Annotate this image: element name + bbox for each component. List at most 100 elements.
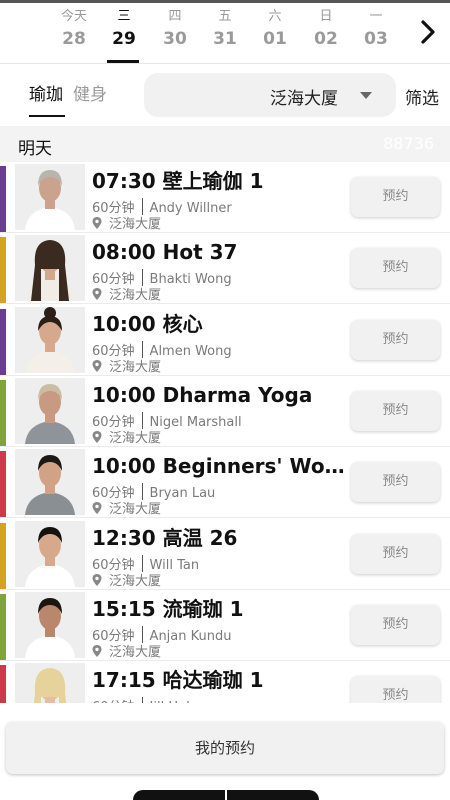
category-color-stripe	[0, 451, 6, 518]
teacher-avatar	[15, 306, 85, 373]
date-weekday: 六	[268, 9, 282, 24]
day-section-label: 明天	[18, 139, 52, 159]
date-weekday: 四	[168, 9, 182, 24]
meta-separator	[141, 340, 143, 358]
bottom-nav-bar	[133, 790, 319, 800]
class-location-name: 泛海大厦	[109, 288, 162, 304]
meta-separator	[141, 198, 143, 215]
date-tab-30[interactable]: 四 30	[150, 8, 200, 50]
class-location: 泛海大厦	[92, 217, 161, 232]
date-day-number: 28	[62, 29, 86, 49]
day-section-header: 明天 88736	[0, 126, 450, 162]
class-row[interactable]: 10:00 Beginners' Workshop 60分钟 Bryan Lau泛海…	[0, 447, 450, 519]
book-button[interactable]: 预约	[351, 177, 440, 217]
class-meta: 60分钟 Anjan Kundu	[92, 625, 232, 645]
date-tab-01[interactable]: 六 01	[250, 8, 300, 50]
class-meta: 60分钟 Jill Hale	[92, 697, 198, 703]
tab-fitness-label: 健身	[73, 85, 107, 105]
date-tab-02[interactable]: 日 02	[301, 8, 351, 50]
selected-date-indicator	[107, 60, 139, 63]
map-pin-icon	[92, 502, 102, 515]
class-title: 10:00 核心	[92, 311, 203, 336]
tab-fitness[interactable]: 健身	[73, 84, 107, 106]
book-button[interactable]: 预约	[351, 390, 440, 431]
category-color-stripe	[0, 593, 6, 660]
category-color-stripe	[0, 379, 6, 446]
class-row[interactable]: 15:15 流瑜珈 1 60分钟 Anjan Kundu 泛海大厦 预约	[0, 590, 450, 661]
class-duration: 60分钟	[92, 486, 135, 502]
caret-down-icon	[360, 92, 372, 99]
class-title: 15:15 流瑜珈 1	[92, 596, 244, 621]
date-weekday: 日	[319, 9, 333, 24]
date-day-number: 01	[263, 29, 287, 49]
map-pin-icon	[92, 573, 102, 586]
date-tab-31[interactable]: 五 31	[200, 8, 250, 50]
meta-separator	[141, 269, 143, 287]
location-select[interactable]: 泛海大厦	[144, 73, 396, 117]
class-location: 泛海大厦	[92, 430, 161, 446]
book-button[interactable]: 预约	[351, 676, 440, 703]
date-tab-03[interactable]: 一 03	[351, 8, 401, 50]
class-location-name: 泛海大厦	[109, 359, 162, 375]
meta-separator	[141, 483, 143, 501]
class-row[interactable]: 10:00 Dharma Yoga 60分钟 Nigel Marshall 泛海大厦 预…	[0, 376, 450, 447]
class-teacher: Anjan Kundu	[149, 628, 232, 644]
class-location-name: 泛海大厦	[109, 502, 162, 518]
class-list[interactable]: 07:30 壁上瑜伽 1 60分钟 Andy Willner 泛海大厦 预约 08:00…	[0, 162, 450, 703]
teacher-avatar	[15, 235, 85, 302]
date-tab-29[interactable]: 三 29	[99, 8, 149, 63]
tab-yoga[interactable]: 瑜珈	[29, 84, 65, 117]
book-button[interactable]: 预约	[351, 462, 440, 503]
teacher-avatar	[15, 591, 85, 658]
book-button[interactable]: 预约	[351, 319, 440, 360]
location-select-value: 泛海大厦	[270, 89, 338, 109]
my-bookings-button[interactable]: 我的预约	[6, 722, 444, 774]
class-location: 泛海大厦	[92, 644, 162, 660]
meta-separator	[141, 697, 143, 703]
class-row[interactable]: 10:00 核心 60分钟 Almen Wong 泛海大厦 预约	[0, 305, 450, 376]
class-row[interactable]: 17:15 哈达瑜珈 160分钟Jill Hale泛海大厦预约	[0, 661, 450, 703]
date-day-number: 30	[163, 29, 187, 49]
class-teacher: Almen Wong	[149, 343, 232, 359]
class-title: 10:00 Beginners' Workshop	[92, 454, 350, 479]
class-duration: 60分钟	[92, 557, 135, 573]
class-location: 泛海大厦	[92, 502, 161, 517]
class-duration: 60分钟	[92, 414, 135, 430]
class-duration: 60分钟	[92, 700, 135, 703]
teacher-avatar	[15, 449, 85, 516]
book-button[interactable]: 预约	[351, 248, 440, 289]
class-duration: 60分钟	[92, 272, 135, 288]
chevron-right-icon[interactable]	[418, 18, 438, 46]
class-row[interactable]: 08:00 Hot 37 60分钟 Bhakti Wong 泛海大厦 预约	[0, 233, 450, 305]
category-color-stripe	[0, 522, 6, 589]
active-tab-indicator	[29, 115, 65, 117]
class-location: 泛海大厦	[92, 288, 161, 303]
class-teacher: Will Tan	[149, 557, 200, 573]
class-teacher: Nigel Marshall	[149, 414, 242, 430]
date-weekday: 三	[117, 9, 131, 24]
teacher-avatar	[15, 663, 85, 703]
class-location: 泛海大厦	[92, 359, 162, 375]
category-color-stripe	[0, 665, 6, 703]
teacher-avatar	[15, 377, 85, 444]
date-day-number: 02	[314, 29, 338, 49]
book-button[interactable]: 预约	[351, 533, 440, 574]
date-day-number: 29	[112, 29, 136, 49]
class-location: 泛海大厦	[92, 573, 161, 589]
class-teacher: Bhakti Wong	[149, 272, 232, 288]
class-row[interactable]: 07:30 壁上瑜伽 1 60分钟 Andy Willner 泛海大厦 预约	[0, 162, 450, 233]
class-row[interactable]: 12:30 高温 26 60分钟 Will Tan 泛海大厦 预约	[0, 519, 450, 590]
class-location-name: 泛海大厦	[109, 644, 162, 660]
class-meta: 60分钟 Andy Willner	[92, 198, 232, 217]
map-pin-icon	[92, 359, 102, 372]
date-tab-28[interactable]: 今天 28	[49, 8, 99, 50]
class-location-name: 泛海大厦	[109, 217, 162, 232]
class-title: 17:15 哈达瑜珈 1	[92, 668, 264, 693]
class-meta: 60分钟 Nigel Marshall	[92, 411, 242, 431]
class-meta: 60分钟 Will Tan	[92, 554, 200, 574]
category-color-stripe	[0, 237, 6, 304]
book-button[interactable]: 预约	[351, 604, 440, 645]
class-meta: 60分钟 Bhakti Wong	[92, 269, 232, 288]
filter-button[interactable]: 筛选	[405, 84, 439, 109]
class-duration: 60分钟	[92, 628, 135, 644]
